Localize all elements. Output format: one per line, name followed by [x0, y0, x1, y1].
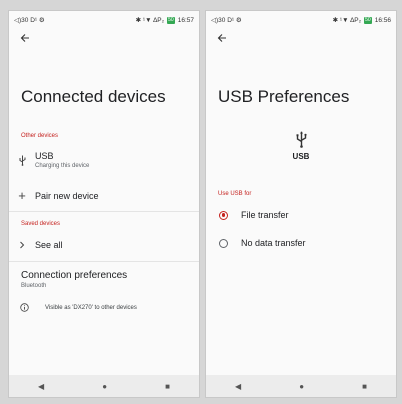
usb-hero: USB: [206, 131, 396, 161]
nav-recents-button[interactable]: ■: [165, 382, 170, 391]
status-left-icons: ◁)30 D¹ ⚙: [14, 17, 45, 24]
status-right-icons: ✱ ¹▼ ∆P₂: [135, 17, 165, 24]
status-right-icons: ✱ ¹▼ ∆P₂: [332, 17, 362, 24]
nav-back-button[interactable]: ◀: [38, 382, 44, 391]
section-header-use-usb-for: Use USB for: [218, 191, 252, 197]
radio-button-selected[interactable]: [219, 210, 228, 220]
divider: [9, 261, 199, 262]
back-button[interactable]: [17, 31, 33, 45]
file-transfer-label: File transfer: [241, 210, 289, 220]
page-title: USB Preferences: [218, 87, 350, 106]
status-left-icons: ◁)30 D¹ ⚙: [211, 17, 242, 24]
connection-preferences-label: Connection preferences: [21, 270, 128, 281]
pair-new-device-label: Pair new device: [35, 190, 99, 201]
visibility-info: Visible as 'DX270' to other devices: [9, 303, 199, 312]
connected-devices-screen: ◁)30 D¹ ⚙ ✱ ¹▼ ∆P₂ 50 16:57 Connected de…: [8, 10, 200, 398]
back-button[interactable]: [214, 31, 230, 45]
option-no-data-transfer[interactable]: No data transfer: [206, 238, 396, 248]
nav-home-button[interactable]: ●: [102, 382, 107, 391]
usb-icon: [296, 131, 307, 148]
nav-recents-button[interactable]: ■: [362, 382, 367, 391]
connection-preferences-sublabel: Bluetooth: [21, 283, 47, 289]
usb-label: USB: [292, 152, 310, 161]
arrow-back-icon: [217, 34, 226, 42]
navigation-bar: ◀ ● ■: [9, 375, 199, 397]
battery-icon: 50: [364, 16, 372, 24]
nav-home-button[interactable]: ●: [299, 382, 304, 391]
chevron-right-icon: [9, 241, 35, 249]
visibility-text: Visible as 'DX270' to other devices: [45, 304, 137, 311]
radio-button[interactable]: [219, 238, 228, 248]
see-all-row[interactable]: See all: [9, 240, 199, 250]
usb-icon: [9, 155, 35, 166]
status-bar: ◁)30 D¹ ⚙ ✱ ¹▼ ∆P₂ 50 16:56: [206, 11, 396, 29]
usb-row-label: USB: [35, 151, 54, 161]
connection-preferences-row[interactable]: Connection preferences Bluetooth: [9, 270, 199, 289]
battery-icon: 50: [167, 16, 175, 24]
no-data-transfer-label: No data transfer: [241, 238, 306, 248]
see-all-label: See all: [35, 240, 63, 250]
usb-device-row[interactable]: USB Charging this device: [9, 151, 199, 169]
navigation-bar: ◀ ● ■: [206, 375, 396, 397]
status-time: 16:56: [374, 16, 391, 24]
usb-preferences-screen: ◁)30 D¹ ⚙ ✱ ¹▼ ∆P₂ 50 16:56 USB Preferen…: [205, 10, 397, 398]
page-title: Connected devices: [21, 87, 166, 106]
status-bar: ◁)30 D¹ ⚙ ✱ ¹▼ ∆P₂ 50 16:57: [9, 11, 199, 29]
info-icon: [9, 303, 39, 312]
usb-row-sublabel: Charging this device: [35, 163, 90, 169]
plus-icon: +: [18, 188, 26, 203]
option-file-transfer[interactable]: File transfer: [206, 210, 396, 220]
arrow-back-icon: [20, 34, 29, 42]
nav-back-button[interactable]: ◀: [235, 382, 241, 391]
divider: [9, 211, 199, 212]
section-header-other-devices: Other devices: [21, 133, 59, 139]
status-time: 16:57: [177, 16, 194, 24]
pair-new-device-row[interactable]: + Pair new device: [9, 188, 199, 203]
section-header-saved-devices: Saved devices: [21, 221, 61, 227]
